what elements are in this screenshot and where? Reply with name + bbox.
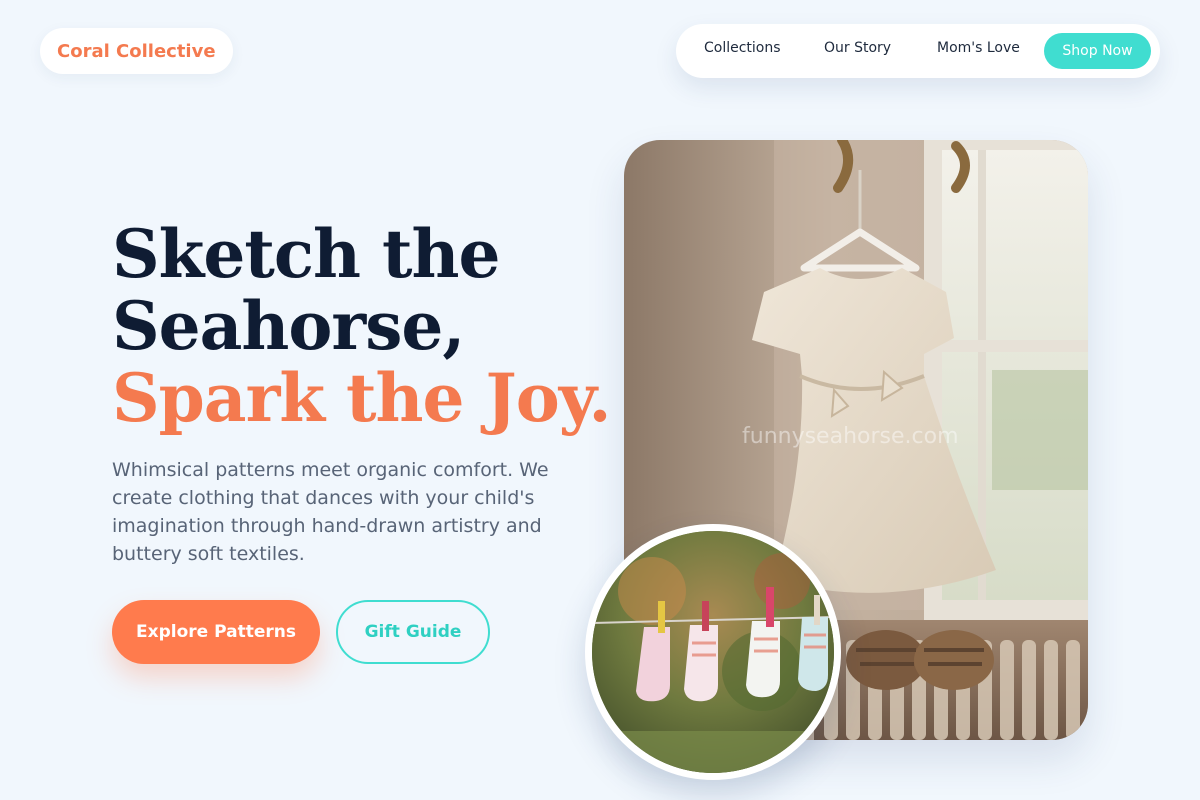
headline-line-1: Sketch the: [112, 215, 500, 293]
socks-inset-photo: [585, 524, 841, 780]
brand-logo[interactable]: Coral Collective: [40, 28, 233, 74]
nav-link-collections[interactable]: Collections: [704, 40, 781, 56]
photo-watermark: funnyseahorse.com: [742, 424, 959, 449]
main-nav: Collections Our Story Mom's Love Shop No…: [676, 24, 1160, 78]
explore-patterns-button[interactable]: Explore Patterns: [112, 600, 320, 664]
headline-accent: Spark the Joy.: [112, 359, 611, 437]
hero-description: Whimsical patterns meet organic comfort.…: [112, 459, 549, 565]
nav-link-moms-love[interactable]: Mom's Love: [937, 40, 1020, 56]
headline-line-2: Seahorse,: [112, 287, 465, 365]
gift-guide-button[interactable]: Gift Guide: [336, 600, 490, 664]
hero-headline: Sketch the Seahorse, Spark the Joy.: [112, 218, 611, 434]
shop-now-button[interactable]: Shop Now: [1044, 33, 1151, 69]
socks-photo-illustration: [592, 531, 834, 773]
nav-link-our-story[interactable]: Our Story: [824, 40, 891, 56]
